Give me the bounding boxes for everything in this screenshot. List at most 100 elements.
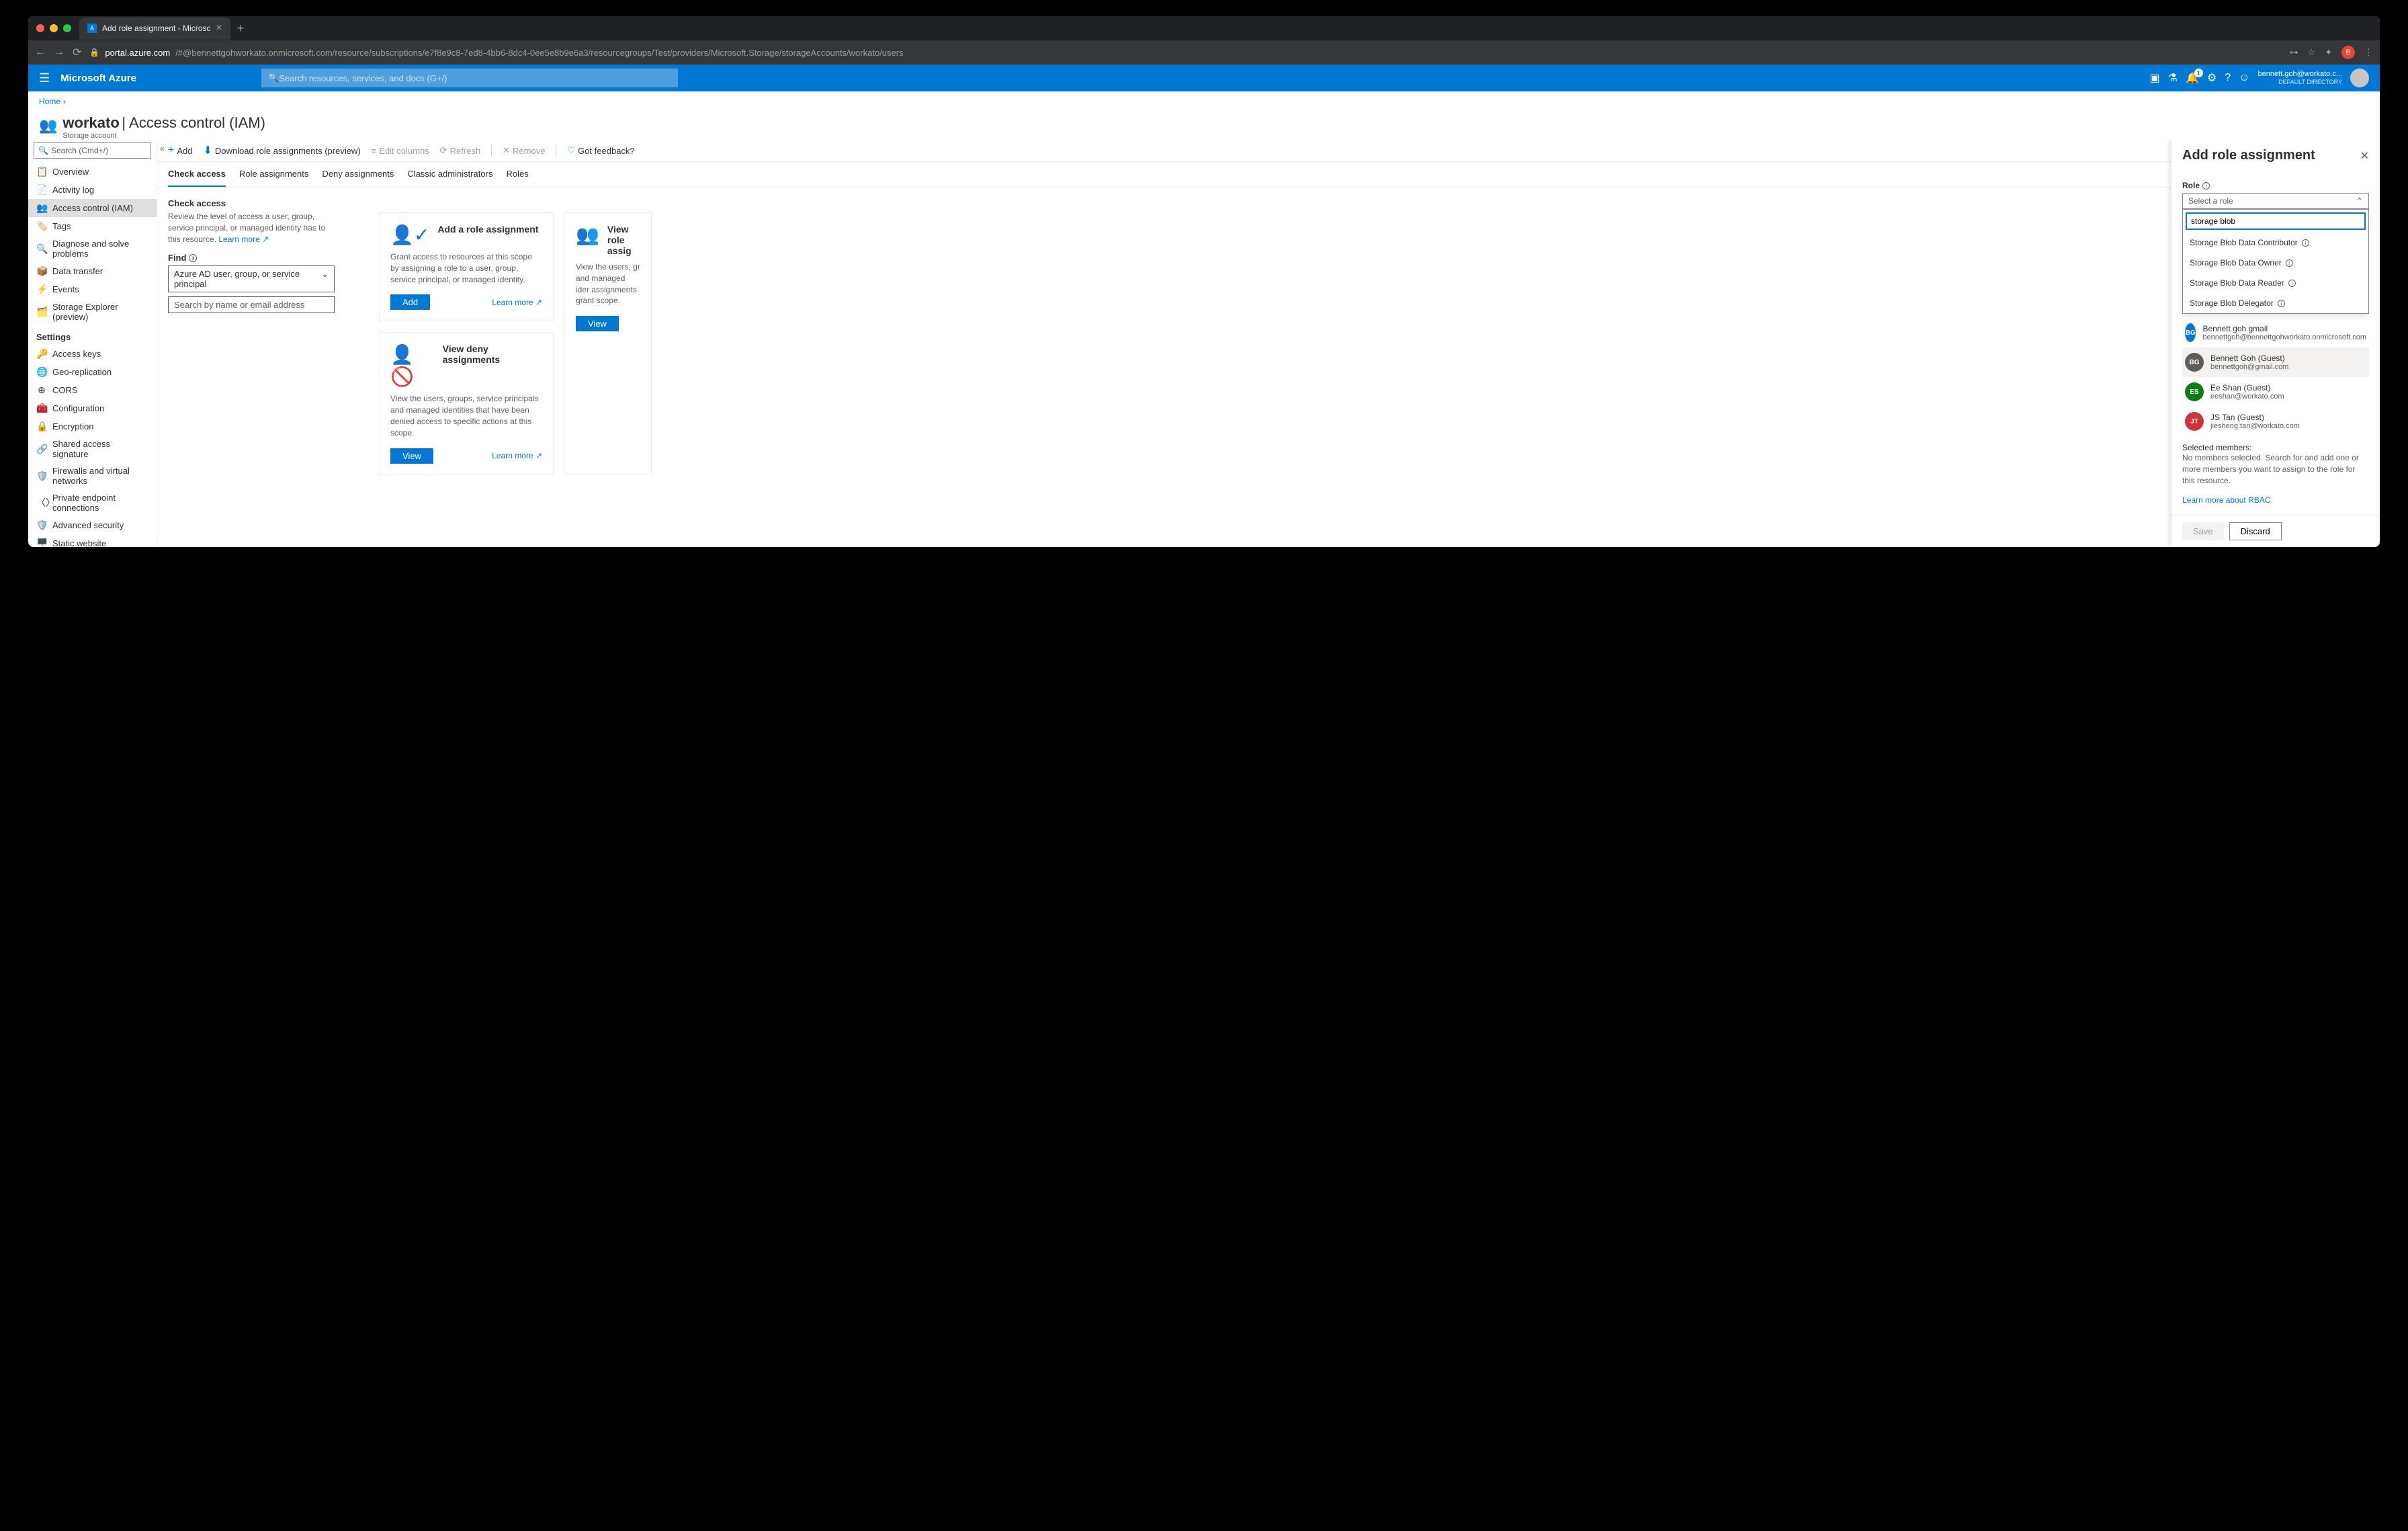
- reload-button[interactable]: ⟳: [73, 46, 81, 59]
- member-item[interactable]: BGBennett Goh (Guest)bennettgoh@gmail.co…: [2182, 347, 2369, 377]
- browser-tab-bar: A Add role assignment - Microsc × +: [28, 16, 2380, 40]
- sidebar-item[interactable]: 🔒Encryption: [28, 417, 157, 436]
- card-desc: View the users, gr and managed ider assi…: [576, 261, 640, 306]
- sidebar-item[interactable]: 🏷️Tags: [28, 217, 157, 235]
- learn-more-link[interactable]: Learn more ↗: [492, 451, 542, 460]
- notification-badge: 1: [2194, 69, 2203, 77]
- find-select[interactable]: Azure AD user, group, or service princip…: [168, 265, 335, 292]
- browser-tab[interactable]: A Add role assignment - Microsc ×: [79, 17, 230, 40]
- sidebar-item[interactable]: 📦Data transfer: [28, 262, 157, 280]
- sidebar-item-label: Shared access signature: [52, 439, 148, 459]
- user-menu[interactable]: bennett.goh@workato.c... DEFAULT DIRECTO…: [2258, 70, 2342, 86]
- sidebar-section-settings: Settings: [28, 325, 157, 345]
- sidebar-item[interactable]: 🗂️Storage Explorer (preview): [28, 298, 157, 325]
- member-item[interactable]: JTJS Tan (Guest)jiesheng.tan@workato.com: [2182, 407, 2369, 436]
- back-button[interactable]: ←: [35, 46, 46, 58]
- sidebar-item[interactable]: 🧰Configuration: [28, 399, 157, 417]
- tab[interactable]: Classic administrators: [407, 169, 492, 187]
- settings-icon[interactable]: ⚙: [2207, 71, 2217, 85]
- filter-icon[interactable]: ⚗: [2168, 71, 2178, 85]
- sidebar-item[interactable]: 🔑Access keys: [28, 345, 157, 363]
- discard-button[interactable]: Discard: [2229, 522, 2282, 540]
- role-select[interactable]: Select a role⌃: [2182, 193, 2369, 209]
- edit-columns-button[interactable]: ≡Edit columns: [372, 146, 429, 156]
- menu-icon[interactable]: ⋮: [2364, 47, 2373, 58]
- azure-logo[interactable]: Microsoft Azure: [60, 73, 136, 84]
- role-option[interactable]: Storage Blob Data Reader i: [2183, 273, 2368, 293]
- extension-icon[interactable]: ✦: [2325, 47, 2332, 58]
- resource-name: workato: [62, 114, 119, 131]
- sidebar-item[interactable]: 👥Access control (IAM): [28, 199, 157, 217]
- tab[interactable]: Roles: [506, 169, 528, 187]
- new-tab-button[interactable]: +: [237, 22, 245, 36]
- key-icon[interactable]: ⊶: [2289, 47, 2298, 58]
- url-domain: portal.azure.com: [105, 48, 170, 58]
- sidebar-item[interactable]: 🌐Geo-replication: [28, 363, 157, 381]
- info-icon[interactable]: i: [2202, 182, 2210, 190]
- sidebar-item[interactable]: 📋Overview: [28, 163, 157, 181]
- info-icon[interactable]: i: [2288, 280, 2296, 287]
- hamburger-icon[interactable]: ☰: [39, 71, 50, 85]
- sidebar-item[interactable]: 🖥️Static website: [28, 534, 157, 547]
- feedback-icon[interactable]: ☺: [2239, 72, 2249, 84]
- profile-avatar[interactable]: B: [2341, 46, 2355, 59]
- sidebar-item[interactable]: 🛡️Firewalls and virtual networks: [28, 462, 157, 489]
- tab[interactable]: Deny assignments: [322, 169, 394, 187]
- member-avatar: JT: [2185, 412, 2204, 431]
- learn-rbac-link[interactable]: Learn more about RBAC: [2182, 495, 2369, 505]
- selected-members-label: Selected members:: [2182, 443, 2369, 452]
- global-search-input[interactable]: [279, 73, 671, 83]
- sidebar-item[interactable]: ⊕CORS: [28, 381, 157, 399]
- sidebar-search[interactable]: 🔍 Search (Cmd+/): [34, 142, 151, 159]
- columns-icon: ≡: [372, 146, 377, 156]
- info-icon[interactable]: i: [2278, 300, 2285, 307]
- maximize-window-icon[interactable]: [63, 24, 71, 32]
- sidebar-item-label: Advanced security: [52, 520, 124, 530]
- info-icon[interactable]: i: [189, 254, 197, 262]
- breadcrumb-home[interactable]: Home: [39, 97, 60, 106]
- star-icon[interactable]: ☆: [2307, 47, 2315, 58]
- role-option[interactable]: Storage Blob Delegator i: [2183, 293, 2368, 313]
- role-search-input[interactable]: [2186, 212, 2366, 230]
- role-option[interactable]: Storage Blob Data Owner i: [2183, 253, 2368, 273]
- address-bar[interactable]: 🔒 portal.azure.com/#@bennettgohworkato.o…: [89, 48, 2281, 58]
- feedback-button[interactable]: ♡Got feedback?: [567, 145, 634, 156]
- close-tab-icon[interactable]: ×: [216, 22, 222, 34]
- chevron-down-icon: ⌄: [321, 269, 329, 289]
- add-button[interactable]: +Add: [168, 144, 192, 157]
- info-icon[interactable]: i: [2302, 239, 2309, 247]
- learn-more-link[interactable]: Learn more ↗: [492, 298, 542, 307]
- sidebar-item[interactable]: ⚡Events: [28, 280, 157, 298]
- close-panel-icon[interactable]: ✕: [2360, 149, 2369, 163]
- user-avatar[interactable]: [2350, 69, 2369, 87]
- sidebar-item[interactable]: 〈〉Private endpoint connections: [28, 489, 157, 516]
- tab[interactable]: Check access: [168, 169, 226, 187]
- sidebar-item[interactable]: 🔗Shared access signature: [28, 436, 157, 462]
- add-button[interactable]: Add: [390, 294, 430, 310]
- minimize-window-icon[interactable]: [50, 24, 58, 32]
- learn-more-link[interactable]: Learn more ↗: [218, 235, 269, 244]
- refresh-button[interactable]: ⟳Refresh: [440, 145, 480, 156]
- sidebar-item[interactable]: 🔍Diagnose and solve problems: [28, 235, 157, 262]
- info-icon[interactable]: i: [2286, 259, 2293, 267]
- find-search-input[interactable]: Search by name or email address: [168, 296, 335, 313]
- view-button[interactable]: View: [390, 448, 433, 464]
- member-item[interactable]: BGBennett goh gmailbennettgoh@bennettgoh…: [2182, 318, 2369, 347]
- sidebar-item[interactable]: 🛡️Advanced security: [28, 516, 157, 534]
- role-option[interactable]: Storage Blob Data Contributor i: [2183, 233, 2368, 253]
- cloud-shell-icon[interactable]: ▣: [2149, 71, 2159, 85]
- card-desc: View the users, groups, service principa…: [390, 393, 542, 438]
- tab[interactable]: Role assignments: [239, 169, 308, 187]
- notifications-icon[interactable]: 🔔1: [2186, 71, 2199, 85]
- help-icon[interactable]: ?: [2225, 72, 2231, 84]
- check-access-desc: Review the level of access a user, group…: [168, 211, 335, 245]
- save-button[interactable]: Save: [2182, 522, 2224, 540]
- view-button[interactable]: View: [576, 316, 619, 331]
- remove-button[interactable]: ✕Remove: [503, 145, 545, 156]
- sidebar-item[interactable]: 📄Activity log: [28, 181, 157, 199]
- forward-button[interactable]: →: [54, 46, 64, 58]
- global-search[interactable]: 🔍: [261, 69, 678, 87]
- download-button[interactable]: ⬇Download role assignments (preview): [203, 144, 360, 157]
- member-item[interactable]: ESEe Shan (Guest)eeshan@workato.com: [2182, 377, 2369, 407]
- close-window-icon[interactable]: [36, 24, 44, 32]
